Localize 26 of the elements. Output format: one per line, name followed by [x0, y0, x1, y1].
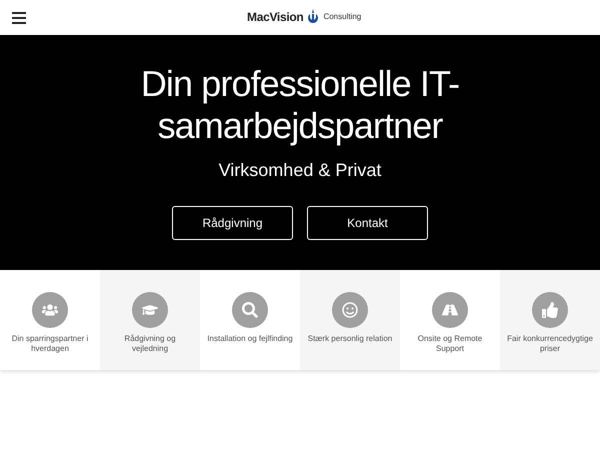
graduation-cap-icon	[142, 302, 158, 318]
logo-tagline: Consulting	[323, 11, 362, 23]
feature-label: Installation og fejlfinding	[206, 334, 294, 344]
feature-card[interactable]: Installation og fejlfinding	[200, 270, 300, 370]
feature-label: Onsite og Remote Support	[416, 334, 484, 354]
hero-title: Din professionelle IT-samarbejdspartner	[140, 63, 460, 147]
feature-card[interactable]: Din sparringspartner i hverdagen	[0, 270, 100, 370]
hero-button[interactable]: Kontakt	[307, 206, 428, 240]
road-icon	[442, 302, 458, 318]
hero-subtitle: Virksomhed & Privat	[218, 159, 382, 182]
logo-name: MacVision	[247, 9, 304, 26]
thumbs-up-icon	[542, 302, 558, 318]
feature-card[interactable]: Rådgivning og vejledning	[100, 270, 200, 370]
logo-icon	[307, 9, 320, 25]
feature-card[interactable]: Onsite og Remote Support	[400, 270, 500, 370]
feature-label: Fair konkurrencedygtige priser	[506, 334, 594, 354]
feature-card[interactable]: Fair konkurrencedygtige priser	[500, 270, 600, 370]
hero-button[interactable]: Rådgivning	[172, 206, 293, 240]
smiley-icon	[342, 302, 358, 318]
feature-label: Din sparringspartner i hverdagen	[10, 334, 90, 354]
feature-label: Rådgivning og vejledning	[123, 334, 177, 354]
feature-card[interactable]: Stærk personlig relation	[300, 270, 400, 370]
search-icon	[242, 302, 258, 318]
people-icon	[42, 302, 58, 318]
menu-icon[interactable]	[12, 12, 26, 24]
feature-label: Stærk personlig relation	[306, 334, 394, 344]
